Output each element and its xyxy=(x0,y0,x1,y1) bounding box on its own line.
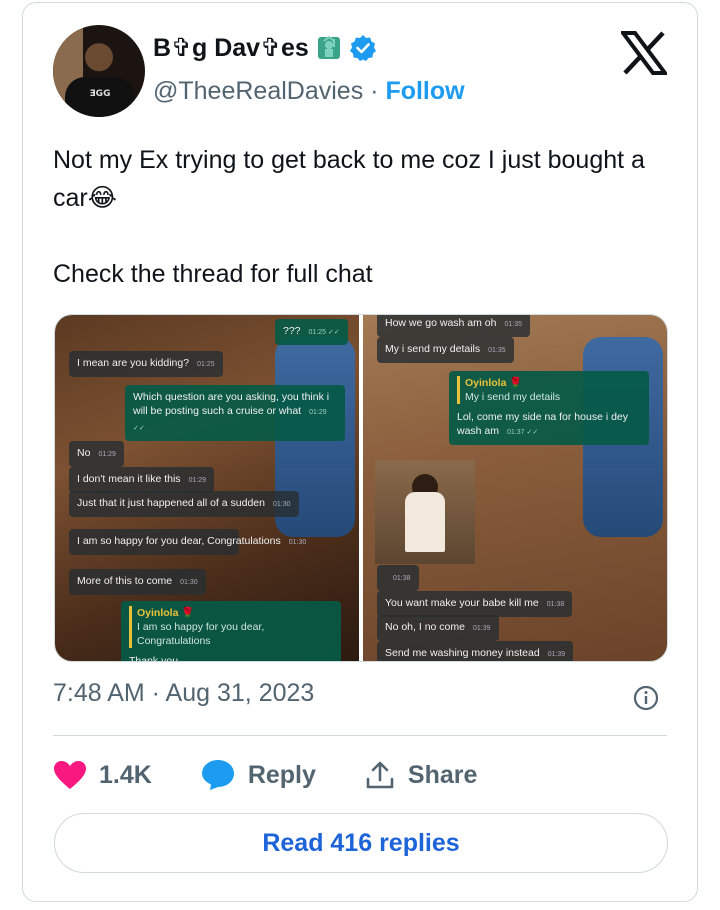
chat-bubble: My i send my details 01:35 xyxy=(377,337,514,363)
chat-message-text: Thank you xyxy=(129,655,179,661)
chat-message-time: 01:35 xyxy=(504,321,523,328)
chat-message-text: Send me washing money instead xyxy=(385,647,540,659)
chat-message-text: How we go wash am oh xyxy=(385,317,497,329)
chat-quoted-message: Oyinlola 🌹 My i send my details xyxy=(457,376,641,404)
chat-quote-text: I am so happy for you dear, Congratulati… xyxy=(137,621,265,647)
tweet-card: ƎGG B✞g Dav✞es @TheeRealDavies · Follow … xyxy=(22,2,698,902)
share-icon xyxy=(366,761,394,789)
chat-quote-author: Oyinlola 🌹 xyxy=(465,377,523,389)
chat-bubble: More of this to come 01:30 xyxy=(69,569,206,595)
chat-bubble: Send me washing money instead 01:39 xyxy=(377,641,574,661)
chat-message-time: 01:30 xyxy=(180,579,198,586)
info-icon[interactable] xyxy=(633,685,659,711)
share-label: Share xyxy=(407,760,478,789)
chat-bubble: 01:38 xyxy=(377,565,419,591)
chat-message-text: No xyxy=(77,447,91,459)
chat-message-time: 01:39 xyxy=(547,651,566,658)
meme-figure xyxy=(405,492,445,552)
chat-message-text: My i send my details xyxy=(385,343,481,355)
chat-bubble: I mean are you kidding? 01:25 xyxy=(69,351,223,377)
chat-quoted-message: Oyinlola 🌹 I am so happy for you dear, Co… xyxy=(129,606,333,648)
chat-message-text: You want make your babe kill me xyxy=(385,597,539,609)
chat-bubble: No oh, I no come 01:39 xyxy=(377,615,499,641)
chat-bubble: I am so happy for you dear, Congratulati… xyxy=(69,529,306,555)
tweet-timestamp[interactable]: 7:48 AM · Aug 31, 2023 xyxy=(53,679,314,708)
chat-message-text: I don't mean it like this xyxy=(77,473,181,485)
divider xyxy=(53,735,667,736)
share-button[interactable]: Share xyxy=(364,759,477,791)
chat-bubble: No 01:29 xyxy=(69,441,124,467)
chat-bubble: Which question are you asking, you think… xyxy=(125,385,345,441)
chat-message-time: 01:35 xyxy=(488,347,506,354)
chat-bubble: How we go wash am oh 01:35 xyxy=(377,315,531,337)
chat-bubble: You want make your babe kill me 01:38 xyxy=(377,591,573,617)
chat-message-text: I am so happy for you dear, Congratulati… xyxy=(77,535,281,547)
avatar[interactable]: ƎGG xyxy=(53,25,145,117)
chat-message-text: Lol, come my side na for house i dey was… xyxy=(457,411,629,437)
handle-separator: · xyxy=(370,77,379,105)
follow-button[interactable]: Follow xyxy=(385,77,464,105)
author-handle[interactable]: @TheeRealDavies xyxy=(153,77,363,105)
chat-screenshot-right[interactable]: How we go wash am oh 01:35 My i send my de… xyxy=(363,315,667,661)
chat-message-text: I mean are you kidding? xyxy=(77,357,190,369)
author-handle-row: @TheeRealDavies · Follow xyxy=(153,77,465,106)
reply-button[interactable]: Reply xyxy=(200,758,316,792)
tweet-text: Not my Ex trying to get back to me coz I… xyxy=(53,141,673,331)
action-bar: 1.4K Reply Share xyxy=(53,755,525,795)
chat-bubble: I don't mean it like this 01:29 xyxy=(69,467,215,493)
chat-bubble: Just that it just happened all of a sudd… xyxy=(69,491,299,517)
chat-message-time: 01:39 xyxy=(472,625,491,632)
read-replies-button[interactable]: Read 416 replies xyxy=(54,813,668,873)
chat-message-time: 01:30 xyxy=(288,539,307,546)
chat-bubble: Oyinlola 🌹 My i send my details Lol, come … xyxy=(449,371,649,445)
like-button[interactable]: 1.4K xyxy=(53,760,152,790)
tweet-text-line-1: Not my Ex trying to get back to me coz I… xyxy=(53,146,645,212)
author-name-row: B✞g Dav✞es xyxy=(153,33,377,63)
reply-bubble-icon xyxy=(201,760,234,790)
chat-message-time: 01:25 ✓✓ xyxy=(308,329,340,336)
tweet-text-line-2: Check the thread for full chat xyxy=(53,260,373,288)
statue-of-liberty-icon xyxy=(317,35,340,59)
tweet-media[interactable]: ??? 01:25 ✓✓ I mean are you kidding? 01:25 W… xyxy=(54,314,668,662)
chat-message-time: 01:37 ✓✓ xyxy=(507,429,539,436)
chat-message-text: More of this to come xyxy=(77,575,173,587)
x-logo-icon[interactable] xyxy=(621,31,667,75)
chat-message-time: 01:38 xyxy=(393,575,411,582)
meme-image xyxy=(375,460,475,564)
chat-message-time: 01:29 xyxy=(188,477,207,484)
chat-bubble: ??? 01:25 ✓✓ xyxy=(275,319,348,345)
chat-message-time: 01:25 xyxy=(197,361,215,368)
like-count: 1.4K xyxy=(99,760,152,789)
author-display-name[interactable]: B✞g Dav✞es xyxy=(153,33,309,63)
chat-message-text: Which question are you asking, you think… xyxy=(133,391,330,417)
chat-message-text: No oh, I no come xyxy=(385,621,465,633)
chat-message-time: 01:30 xyxy=(272,501,291,508)
chat-bubble: Oyinlola 🌹 I am so happy for you dear, Co… xyxy=(121,601,341,661)
reply-label: Reply xyxy=(247,760,316,789)
chat-message-text: Just that it just happened all of a sudd… xyxy=(77,497,265,509)
chat-quote-author: Oyinlola 🌹 xyxy=(137,607,195,619)
chat-message-time: 01:29 xyxy=(98,451,116,458)
chat-message-text: ??? xyxy=(283,325,301,337)
heart-icon xyxy=(54,761,86,789)
verified-badge-icon[interactable] xyxy=(349,34,377,62)
chat-quote-text: My i send my details xyxy=(465,391,561,403)
avatar-shirt-logo: ƎGG xyxy=(89,89,111,99)
chat-screenshot-left[interactable]: ??? 01:25 ✓✓ I mean are you kidding? 01:25 W… xyxy=(55,315,359,661)
chat-message-time: 01:38 xyxy=(546,601,565,608)
